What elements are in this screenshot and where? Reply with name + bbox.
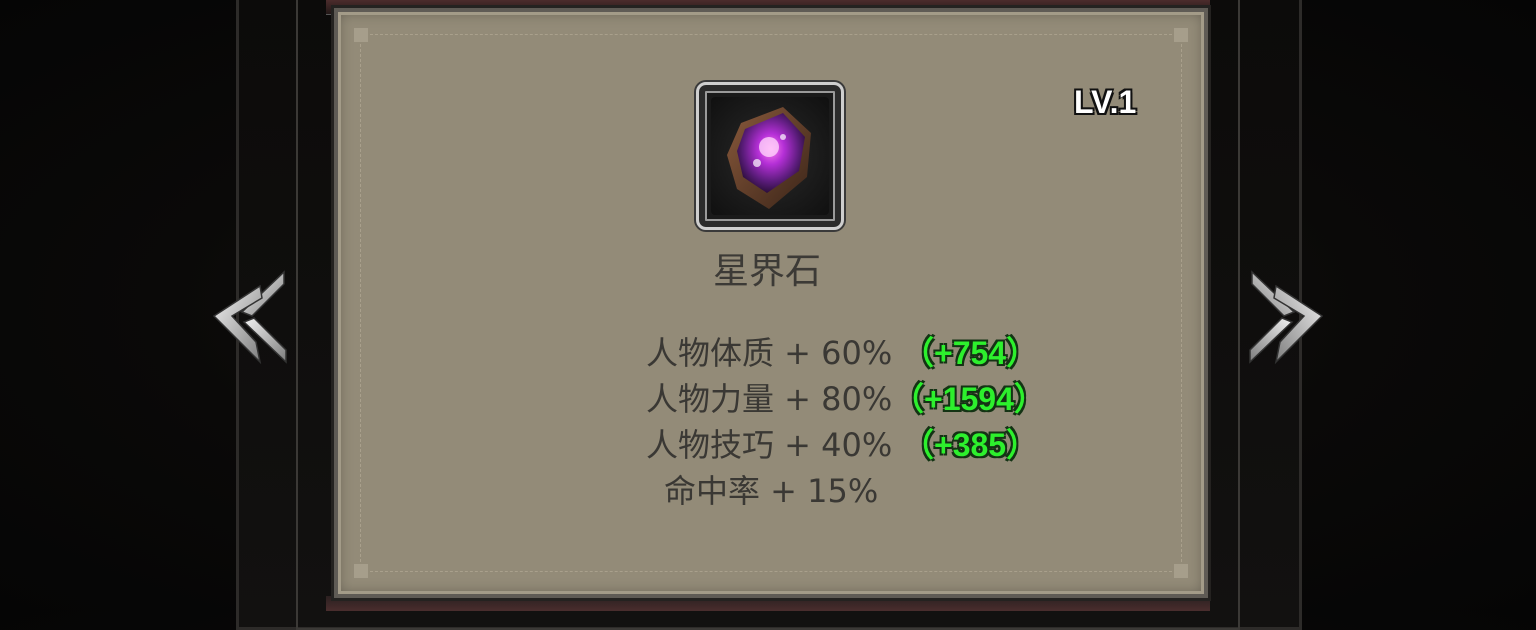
stat-strength-bonus: （+1594） [892,381,1046,417]
panel-corner-ornament [1174,28,1188,42]
previous-arrow-icon[interactable] [206,266,288,368]
stat-constitution-bonus: （+754） [902,335,1039,371]
next-arrow-icon[interactable] [1248,266,1330,368]
stat-strength-label: 人物力量 + 80% [646,380,893,418]
stat-hit-rate-label: 命中率 + 15% [664,472,879,510]
stat-skill-bonus: （+385） [902,427,1039,463]
stat-constitution-label: 人物体质 + 60% [646,334,893,372]
item-level-badge: LV.1 [1074,84,1137,120]
panel-corner-ornament [354,28,368,42]
panel-corner-ornament [354,564,368,578]
panel-corner-ornament [1174,564,1188,578]
item-icon-slot [696,82,844,230]
bottom-card-strip [326,596,1210,611]
astral-stone-gem-icon [711,97,829,215]
stat-skill-label: 人物技巧 + 40% [646,426,893,464]
item-name-title: 星界石 [712,251,821,292]
